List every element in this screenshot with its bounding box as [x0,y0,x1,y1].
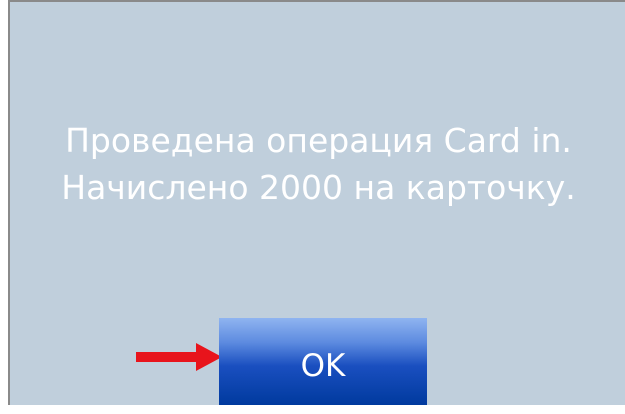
dialog-message: Проведена операция Card in. Начислено 20… [10,117,625,211]
ok-button[interactable]: OK [219,318,427,405]
red-arrow-right-icon [136,343,222,371]
message-line-1: Проведена операция Card in. [65,121,572,160]
message-line-2: Начислено 2000 на карточку. [61,168,576,207]
